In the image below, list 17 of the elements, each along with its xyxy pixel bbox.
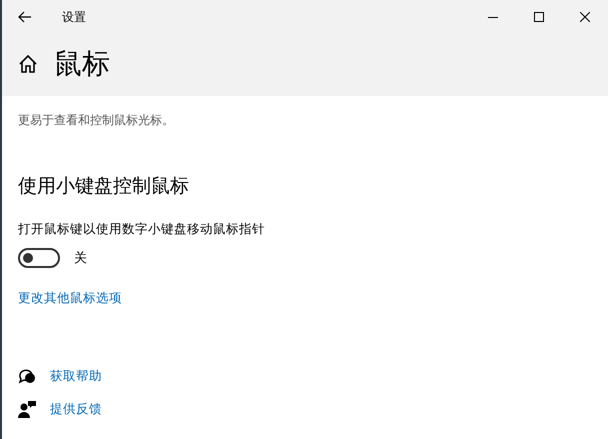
toggle-label: 打开鼠标键以使用数字小键盘移动鼠标指针 bbox=[18, 221, 266, 238]
page-title: 鼠标 bbox=[54, 47, 110, 81]
minimize-icon bbox=[488, 16, 498, 18]
back-icon bbox=[18, 11, 32, 23]
maximize-icon bbox=[534, 12, 544, 22]
get-help-link[interactable]: 获取帮助 bbox=[50, 368, 102, 384]
help-icon bbox=[18, 367, 36, 385]
close-icon bbox=[580, 12, 590, 22]
page-description: 更易于查看和控制鼠标光标。 bbox=[18, 112, 175, 129]
toggle-state: 关 bbox=[74, 249, 87, 267]
section-heading: 使用小键盘控制鼠标 bbox=[18, 175, 190, 199]
toggle-switch[interactable] bbox=[18, 248, 60, 268]
home-icon bbox=[18, 54, 38, 74]
mouse-options-link[interactable]: 更改其他鼠标选项 bbox=[18, 290, 122, 307]
feedback-link[interactable]: 提供反馈 bbox=[50, 400, 102, 418]
feedback-icon bbox=[18, 400, 36, 418]
window-title: 设置 bbox=[62, 8, 87, 26]
